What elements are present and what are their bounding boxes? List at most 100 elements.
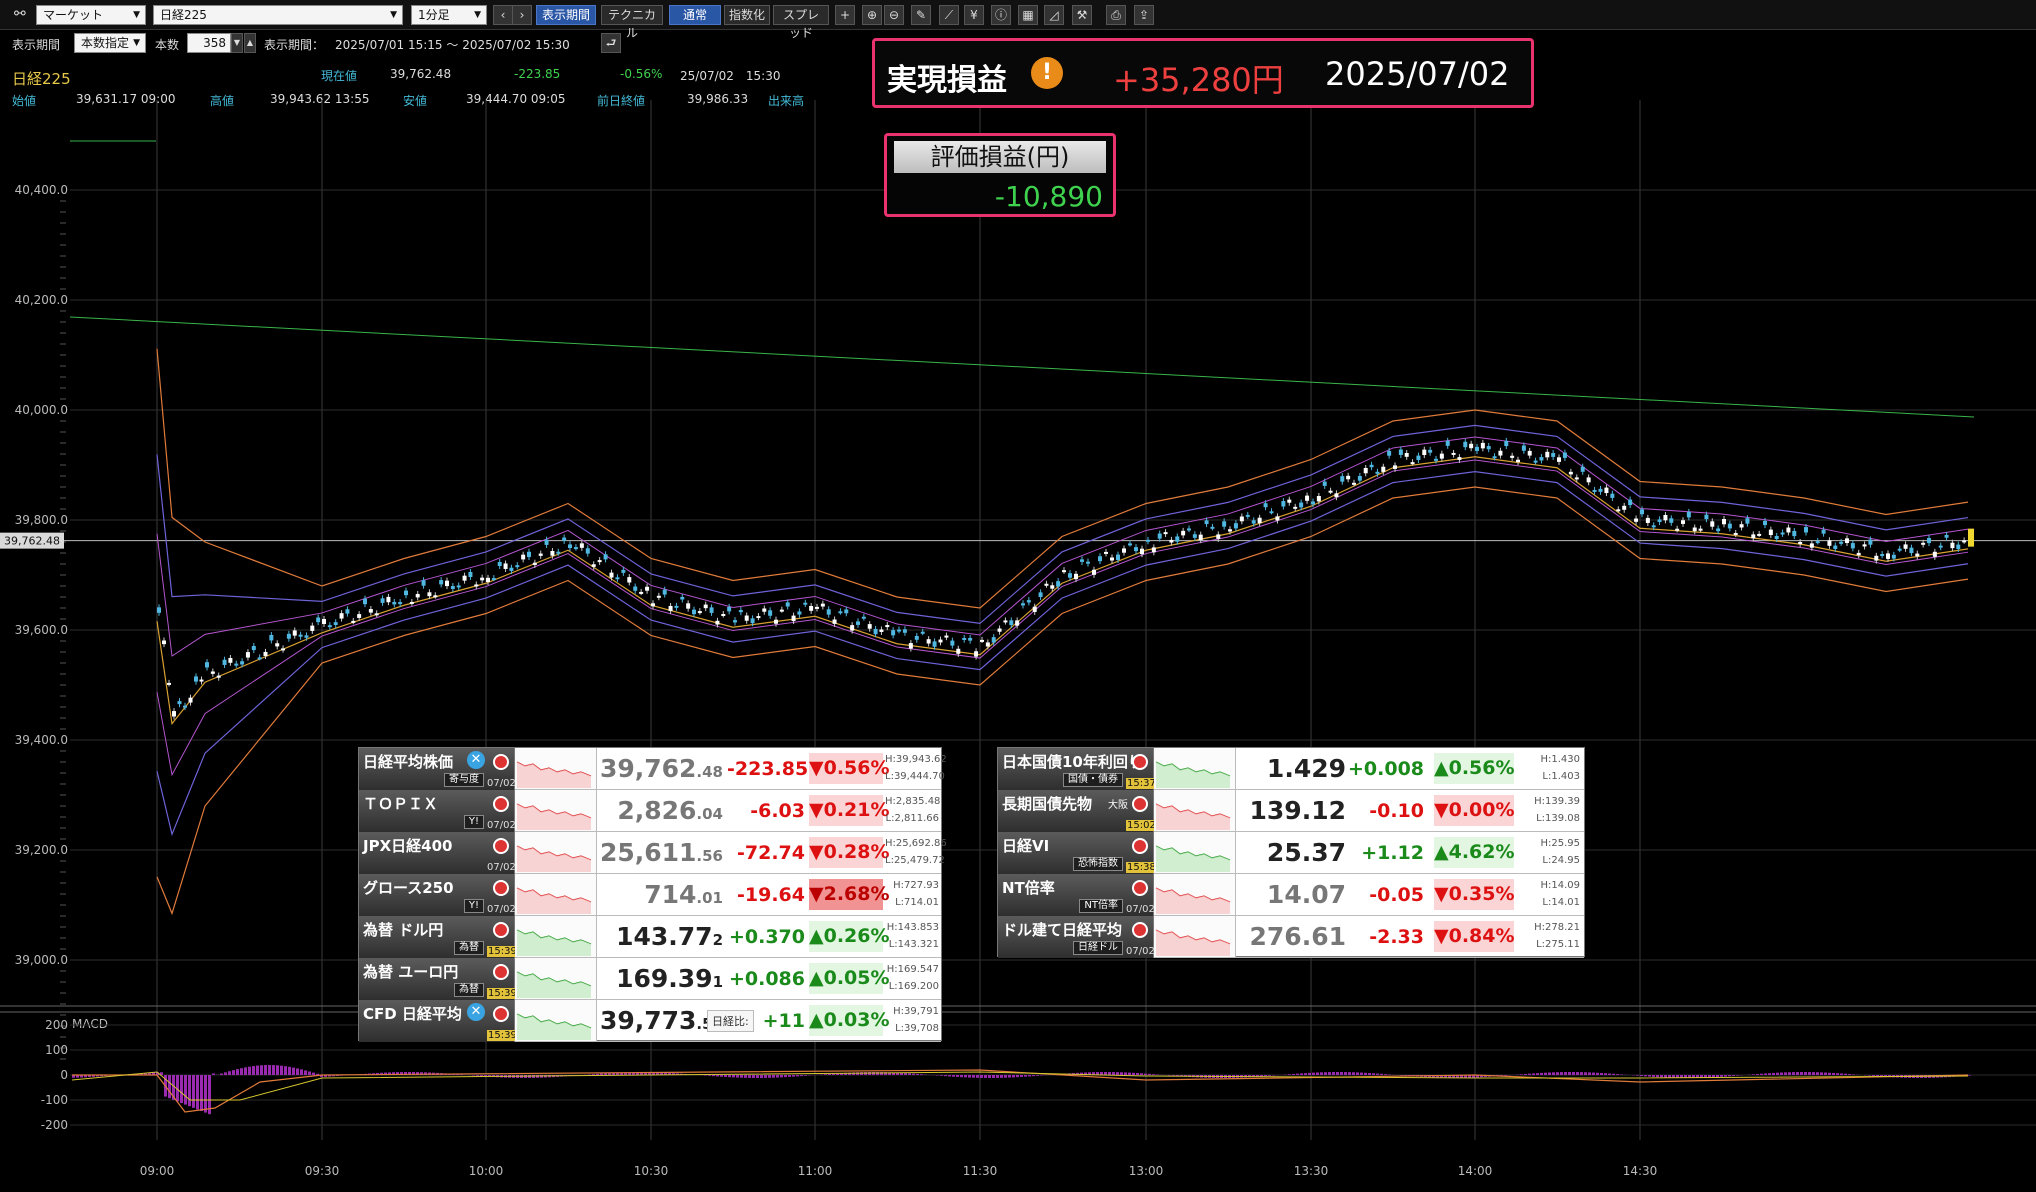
candle-body (674, 605, 679, 608)
candle-body (1009, 620, 1014, 626)
candle-body (433, 595, 438, 598)
quote-sub-button[interactable]: 恐怖指数 (1073, 857, 1123, 871)
yen-icon[interactable]: ¥ (964, 5, 984, 25)
link-icon[interactable]: ⚯ (14, 5, 26, 25)
candle-body (205, 662, 209, 668)
candle-body (1151, 547, 1156, 553)
print-icon[interactable]: ⎙ (1106, 5, 1126, 25)
chevron-down-icon: ▼ (474, 10, 481, 20)
crosshair-icon[interactable]: + (835, 5, 855, 25)
x-tick-label: 09:00 (140, 1164, 175, 1178)
info-icon[interactable]: ⓘ (991, 5, 1011, 25)
quote-sub-button[interactable]: 国債・債券 (1063, 773, 1123, 787)
quote-row[interactable]: ドル建て日経平均 日経ドル 07/02 276.61 -2.33 ▼0.84% H:278.… (998, 916, 1584, 958)
zoom-in-icon[interactable]: ⊕ (862, 5, 882, 25)
period-label: 表示期間 (12, 38, 61, 52)
pen-icon[interactable]: ✎ (911, 5, 931, 25)
quote-sub-button[interactable]: 寄与度 (444, 773, 484, 787)
candle-body (926, 639, 931, 644)
quote-name-cell: JPX日経400 07/02 (359, 832, 516, 874)
warning-icon[interactable]: ! (1031, 57, 1063, 89)
count-input[interactable]: 358 (187, 33, 231, 53)
quote-sub-button[interactable]: Y! (463, 899, 484, 913)
quote-row[interactable]: ＴＯＰＩＸ Y! 07/02 2,826.04 -6.03 ▼0.21% H:2,835.4… (359, 790, 941, 832)
sparkline (515, 832, 597, 873)
chevron-down-icon: ▼ (390, 10, 397, 20)
trendline-icon[interactable]: ⟋ (939, 5, 959, 25)
record-icon[interactable] (1132, 922, 1148, 938)
macd-histogram-bar (1604, 1073, 1607, 1075)
record-icon[interactable] (493, 1006, 509, 1022)
quote-row[interactable]: 為替 ユーロ円 為替 15:39 169.391 +0.086 ▲0.05% H:169.5… (359, 958, 941, 1000)
candle-body (386, 596, 391, 603)
candle-body (891, 630, 896, 636)
quote-high-low: H:143.853 L:143.321 (885, 919, 939, 953)
quote-row[interactable]: 日経平均株価 ✕ 寄与度 07/02 39,762.48 -223.85 ▼0.56% H:3… (359, 748, 947, 790)
x-tick-label: 13:30 (1294, 1164, 1329, 1178)
quote-high: H:2,835.48 (885, 796, 941, 807)
quote-sub-button[interactable]: NT倍率 (1079, 899, 1123, 913)
candle-body (1874, 555, 1879, 561)
quote-row[interactable]: 日経VI 恐怖指数 15:38 25.37 +1.12 ▲4.62% H:25.95 L:24… (998, 832, 1584, 874)
quote-row[interactable]: 日本国債10年利回り 国債・債券 15:37 1.429 +0.008 ▲0.56% H:1… (998, 748, 1584, 790)
record-icon[interactable] (493, 796, 509, 812)
macd-tick-label: 0 (60, 1068, 68, 1082)
area-icon[interactable]: ◿ (1044, 5, 1064, 25)
index-button[interactable]: 指数化 (724, 5, 770, 25)
record-icon[interactable] (493, 754, 509, 770)
record-icon[interactable] (493, 964, 509, 980)
candle-body (1704, 514, 1709, 520)
macd-histogram-bar (960, 1075, 963, 1078)
x-tick-label: 11:00 (798, 1164, 833, 1178)
record-icon[interactable] (493, 922, 509, 938)
quote-row[interactable]: グロース250 Y! 07/02 714.01 -19.64 ▼2.68% H:727.93… (359, 874, 941, 916)
sparkline-svg (516, 929, 592, 956)
candle-body (1439, 453, 1444, 459)
quote-row[interactable]: JPX日経400 07/02 25,611.56 -72.74 ▼0.28% H:25,6… (359, 832, 947, 874)
close-icon[interactable]: ✕ (467, 751, 485, 769)
spread-button[interactable]: スプレッド (773, 5, 829, 40)
macd-histogram-bar (1716, 1075, 1719, 1078)
zoom-out-icon[interactable]: ⊖ (884, 5, 904, 25)
record-icon[interactable] (1132, 838, 1148, 854)
quote-row[interactable]: CFD 日経平均✕15:3939,773.50日経比:+11▲0.03%H:39… (359, 1000, 941, 1042)
candle-body (1228, 529, 1232, 532)
quote-sub-button[interactable]: Y! (463, 815, 484, 829)
quote-sub-button[interactable]: 日経ドル (1073, 941, 1123, 955)
quote-price-dec: 1 (712, 973, 723, 991)
export-icon[interactable]: ⇪ (1134, 5, 1154, 25)
wrench-icon[interactable]: ⚒ (1072, 5, 1092, 25)
count-label: 本数 (155, 38, 180, 52)
candle-body (1086, 561, 1090, 564)
normal-button[interactable]: 通常 (669, 5, 721, 25)
symbol-select[interactable]: 日経225 ▼ (153, 5, 403, 25)
macd-histogram-bar (1376, 1073, 1379, 1075)
timeframe-select[interactable]: 1分足 ▼ (411, 5, 487, 25)
quote-time: 07/02 (487, 820, 516, 831)
quote-sub-button[interactable]: 為替 (454, 941, 484, 955)
close-icon[interactable]: ✕ (467, 1003, 485, 1021)
record-icon[interactable] (1132, 880, 1148, 896)
quote-row[interactable]: NT倍率 NT倍率 07/02 14.07 -0.05 ▼0.35% H:14.09 L:14… (998, 874, 1584, 916)
count-down-icon[interactable]: ▼ (231, 33, 243, 53)
candle-body (415, 593, 420, 598)
count-mode-select[interactable]: 本数指定 ▼ (74, 33, 146, 53)
quote-row[interactable]: 為替 ドル円 為替 15:39 143.772 +0.370 ▲0.26% H:143.85… (359, 916, 941, 958)
record-icon[interactable] (1132, 796, 1148, 812)
record-icon[interactable] (493, 838, 509, 854)
market-select[interactable]: マーケット ▼ (36, 5, 146, 25)
next-icon[interactable]: › (512, 5, 532, 25)
quote-change: -0.10 (1369, 800, 1424, 822)
technical-button[interactable]: テクニカル (601, 5, 663, 40)
count-up-icon[interactable]: ▲ (244, 33, 256, 53)
quote-sub-button[interactable]: 為替 (454, 983, 484, 997)
price-chart[interactable]: 40,400.0 40,200.0 40,000.0 39,800.0 39,600.0… (0, 100, 2036, 1192)
quote-row[interactable]: 長期国債先物 大阪 15:02 139.12 -0.10 ▼0.00% H:139.39 L:… (998, 790, 1584, 832)
reset-icon[interactable]: ⮐ (601, 33, 621, 53)
sparkline (1154, 748, 1236, 789)
calendar-icon[interactable]: ▦ (1018, 5, 1038, 25)
record-icon[interactable] (493, 880, 509, 896)
period-button[interactable]: 表示期間 (536, 5, 596, 25)
prev-icon[interactable]: ‹ (493, 5, 513, 25)
record-icon[interactable] (1132, 754, 1148, 770)
